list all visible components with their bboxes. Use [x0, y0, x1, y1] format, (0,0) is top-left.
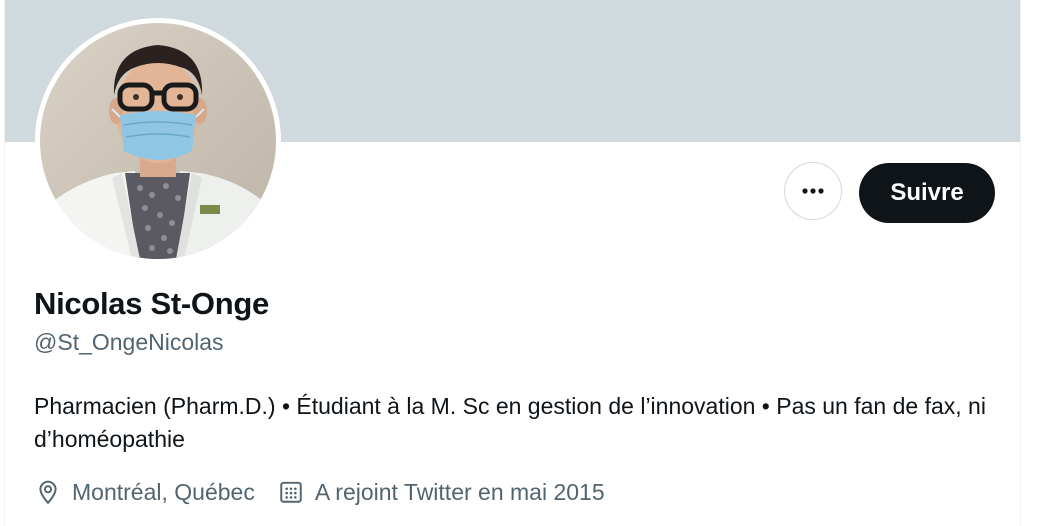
profile-meta: Montréal, Québec A rejoint Twitter en ma… — [34, 478, 605, 506]
follow-button[interactable]: Suivre — [859, 163, 995, 223]
profile-joined: A rejoint Twitter en mai 2015 — [277, 478, 605, 506]
more-options-button[interactable] — [784, 162, 842, 220]
more-dots-icon — [802, 188, 824, 194]
profile-avatar[interactable] — [35, 18, 281, 264]
profile-handle: @St_OngeNicolas — [34, 329, 224, 355]
profile-display-name: Nicolas St-Onge — [34, 286, 269, 321]
profile-location: Montréal, Québec — [34, 478, 255, 506]
profile-card: Suivre Nicolas St-Onge @St_OngeNicolas P… — [4, 0, 1021, 526]
calendar-icon — [277, 478, 305, 506]
joined-text: A rejoint Twitter en mai 2015 — [314, 478, 605, 505]
avatar-photo — [40, 23, 276, 259]
profile-bio: Pharmacien (Pharm.D.) • Étudiant à la M.… — [34, 393, 986, 452]
location-pin-icon — [34, 478, 62, 506]
location-text: Montréal, Québec — [72, 478, 255, 505]
profile-page: Suivre Nicolas St-Onge @St_OngeNicolas P… — [0, 0, 1042, 526]
